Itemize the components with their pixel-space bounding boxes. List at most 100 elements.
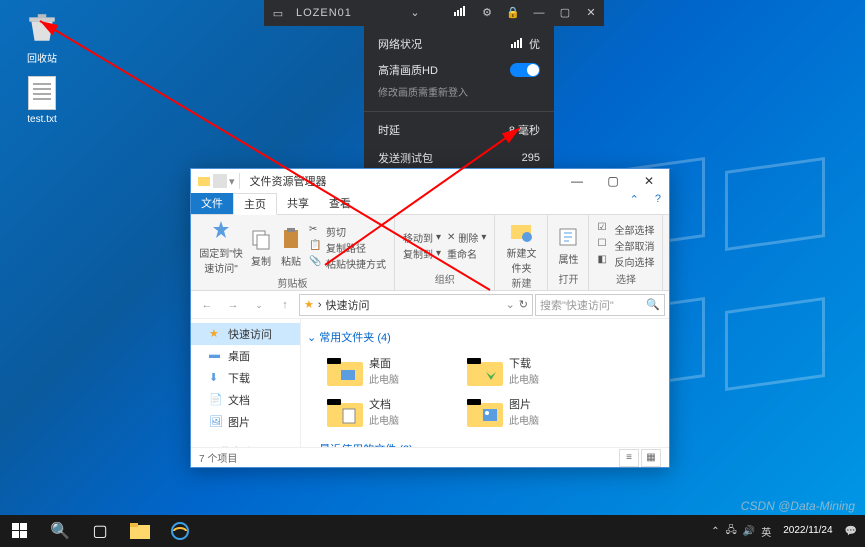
qat-icons: ▾ [197,174,235,188]
settings-icon[interactable]: ⚙ [474,0,500,26]
monitor-icon: ▭ [264,7,292,20]
group-new: 新建 [503,275,539,290]
view-details-button[interactable]: ≡ [619,449,639,467]
new-folder-button[interactable]: 新建文件夹 [503,219,539,275]
hd-toggle[interactable] [510,63,540,77]
window-title: 文件资源管理器 [250,173,327,189]
remote-control-bar: ▭ LOZEN01 ⌄ ⚙ 🔒 — ▢ ✕ [264,0,604,26]
section-frequent[interactable]: ⌄ 常用文件夹 (4) [307,325,663,349]
status-count: 7 个项目 [199,450,237,465]
sidebar-item-pictures[interactable]: 🖼图片 [191,411,300,433]
latency-label: 时延 [378,122,400,138]
star-icon: ★ [304,298,314,311]
minimize-button[interactable]: — [526,0,552,26]
paste-shortcut-button[interactable]: 📎粘贴快捷方式 [309,256,386,271]
copy-to-button[interactable]: 复制到 ▾ [403,246,441,261]
tray-chevron-icon[interactable]: ⌃ [711,526,719,537]
win-maximize-button[interactable]: ▢ [595,169,631,193]
select-none-button[interactable]: ☐全部取消 [597,238,654,253]
ribbon-collapse-icon[interactable]: ⌃ [622,193,647,214]
folder-pictures[interactable]: 图片此电脑 [467,396,597,427]
net-quality: 优 [511,36,540,52]
tab-share[interactable]: 共享 [277,193,319,214]
latency-value: 8 毫秒 [509,122,540,138]
send-label: 发送测试包 [378,150,433,166]
status-bar: 7 个项目 ≡ ▦ [191,447,669,467]
copy-button[interactable]: 复制 [249,227,273,268]
nav-forward-button[interactable]: → [221,293,245,317]
move-to-button[interactable]: 移动到 ▾ [403,230,441,245]
pin-button[interactable]: 固定到"快速访问" [199,219,243,275]
maximize-button[interactable]: ▢ [552,0,578,26]
nav-back-button[interactable]: ← [195,293,219,317]
paste-button[interactable]: 粘贴 [279,227,303,268]
sidebar-item-desktop[interactable]: ▬桌面 [191,345,300,367]
folder-desktop[interactable]: 桌面此电脑 [327,355,457,386]
signal-icon[interactable] [448,0,474,26]
explorer-titlebar[interactable]: ▾ 文件资源管理器 — ▢ ✕ [191,169,669,193]
breadcrumb[interactable]: ★ › 快速访问 ⌄ ↻ [299,294,533,316]
group-open: 打开 [556,271,580,286]
send-value: 295 [522,152,540,164]
textfile-label: test.txt [12,114,72,125]
desktop-icon-testfile[interactable]: test.txt [12,76,72,125]
nav-up-button[interactable]: ↑ [273,293,297,317]
desktop-icon-recycle[interactable]: 回收站 [12,10,72,65]
win-minimize-button[interactable]: — [559,169,595,193]
refresh-icon[interactable]: ↻ [519,298,528,311]
tray-datetime[interactable]: 2022/11/24 [777,525,838,537]
sidebar-item-quick[interactable]: ★快速访问 [191,323,300,345]
tray-ime[interactable]: 英 [761,524,771,539]
group-select: 选择 [597,271,654,286]
sidebar: ★快速访问 ▬桌面 ⬇下载 📄文档 🖼图片 💻此电脑 🖧网络 [191,319,301,447]
invert-selection-button[interactable]: ◧反向选择 [597,254,654,269]
taskbar-ie[interactable] [160,515,200,547]
remote-hostname: LOZEN01 [296,7,352,19]
search-icon: 🔍 [646,298,660,311]
select-all-button[interactable]: ☑全部选择 [597,222,654,237]
view-icons-button[interactable]: ▦ [641,449,661,467]
recycle-label: 回收站 [12,50,72,65]
group-clipboard: 剪贴板 [199,275,386,290]
hd-note: 修改画质需重新登入 [364,84,554,107]
taskbar-explorer[interactable] [120,515,160,547]
copy-path-button[interactable]: 📋复制路径 [309,240,386,255]
ribbon: 固定到"快速访问" 复制 粘贴 ✂剪切 📋复制路径 📎粘贴快捷方式 剪贴板 [191,215,669,291]
rename-button[interactable]: 重命名 [447,246,486,261]
explorer-window: ▾ 文件资源管理器 — ▢ ✕ 文件 主页 共享 查看 ⌃ ? 固定到"快速访问… [190,168,670,468]
lock-icon[interactable]: 🔒 [500,0,526,26]
delete-button[interactable]: ✕ 删除 ▾ [447,230,486,245]
win-close-button[interactable]: ✕ [631,169,667,193]
search-button[interactable]: 🔍 [40,515,80,547]
search-input[interactable]: 搜索"快速访问" 🔍 [535,294,665,316]
folder-downloads[interactable]: 下载此电脑 [467,355,597,386]
group-organize: 组织 [403,271,486,286]
start-button[interactable] [0,515,40,547]
tray-volume-icon[interactable]: 🔊 [743,526,755,537]
address-bar: ← → ⌄ ↑ ★ › 快速访问 ⌄ ↻ 搜索"快速访问" 🔍 [191,291,669,319]
cut-button[interactable]: ✂剪切 [309,224,386,239]
watermark: CSDN @Data-Mining [741,499,855,513]
system-tray: ⌃ 🖧 🔊 英 2022/11/24 💬 [711,523,865,540]
taskbar: 🔍 ▢ ⌃ 🖧 🔊 英 2022/11/24 💬 [0,515,865,547]
content-pane: ⌄ 常用文件夹 (4) 桌面此电脑 下载此电脑 文档此电脑 图片此电脑 [301,319,669,447]
sidebar-item-documents[interactable]: 📄文档 [191,389,300,411]
tab-file[interactable]: 文件 [191,193,233,214]
textfile-icon [28,76,56,110]
close-button[interactable]: ✕ [578,0,604,26]
recycle-icon [24,10,60,46]
tab-view[interactable]: 查看 [319,193,361,214]
section-recent[interactable]: ⌄ 最近使用的文件 (3) [307,437,663,447]
host-dropdown-icon[interactable]: ⌄ [402,0,428,26]
tray-notifications-icon[interactable]: 💬 [845,526,857,537]
tray-network-icon[interactable]: 🖧 [726,523,737,540]
net-title: 网络状况 [378,36,422,52]
hd-label: 高清画质HD [378,62,438,78]
taskview-button[interactable]: ▢ [80,515,120,547]
tab-home[interactable]: 主页 [233,193,277,215]
folder-documents[interactable]: 文档此电脑 [327,396,457,427]
ribbon-help-icon[interactable]: ? [647,193,669,214]
properties-button[interactable]: 属性 [556,225,580,266]
nav-history-icon[interactable]: ⌄ [247,293,271,317]
sidebar-item-downloads[interactable]: ⬇下载 [191,367,300,389]
